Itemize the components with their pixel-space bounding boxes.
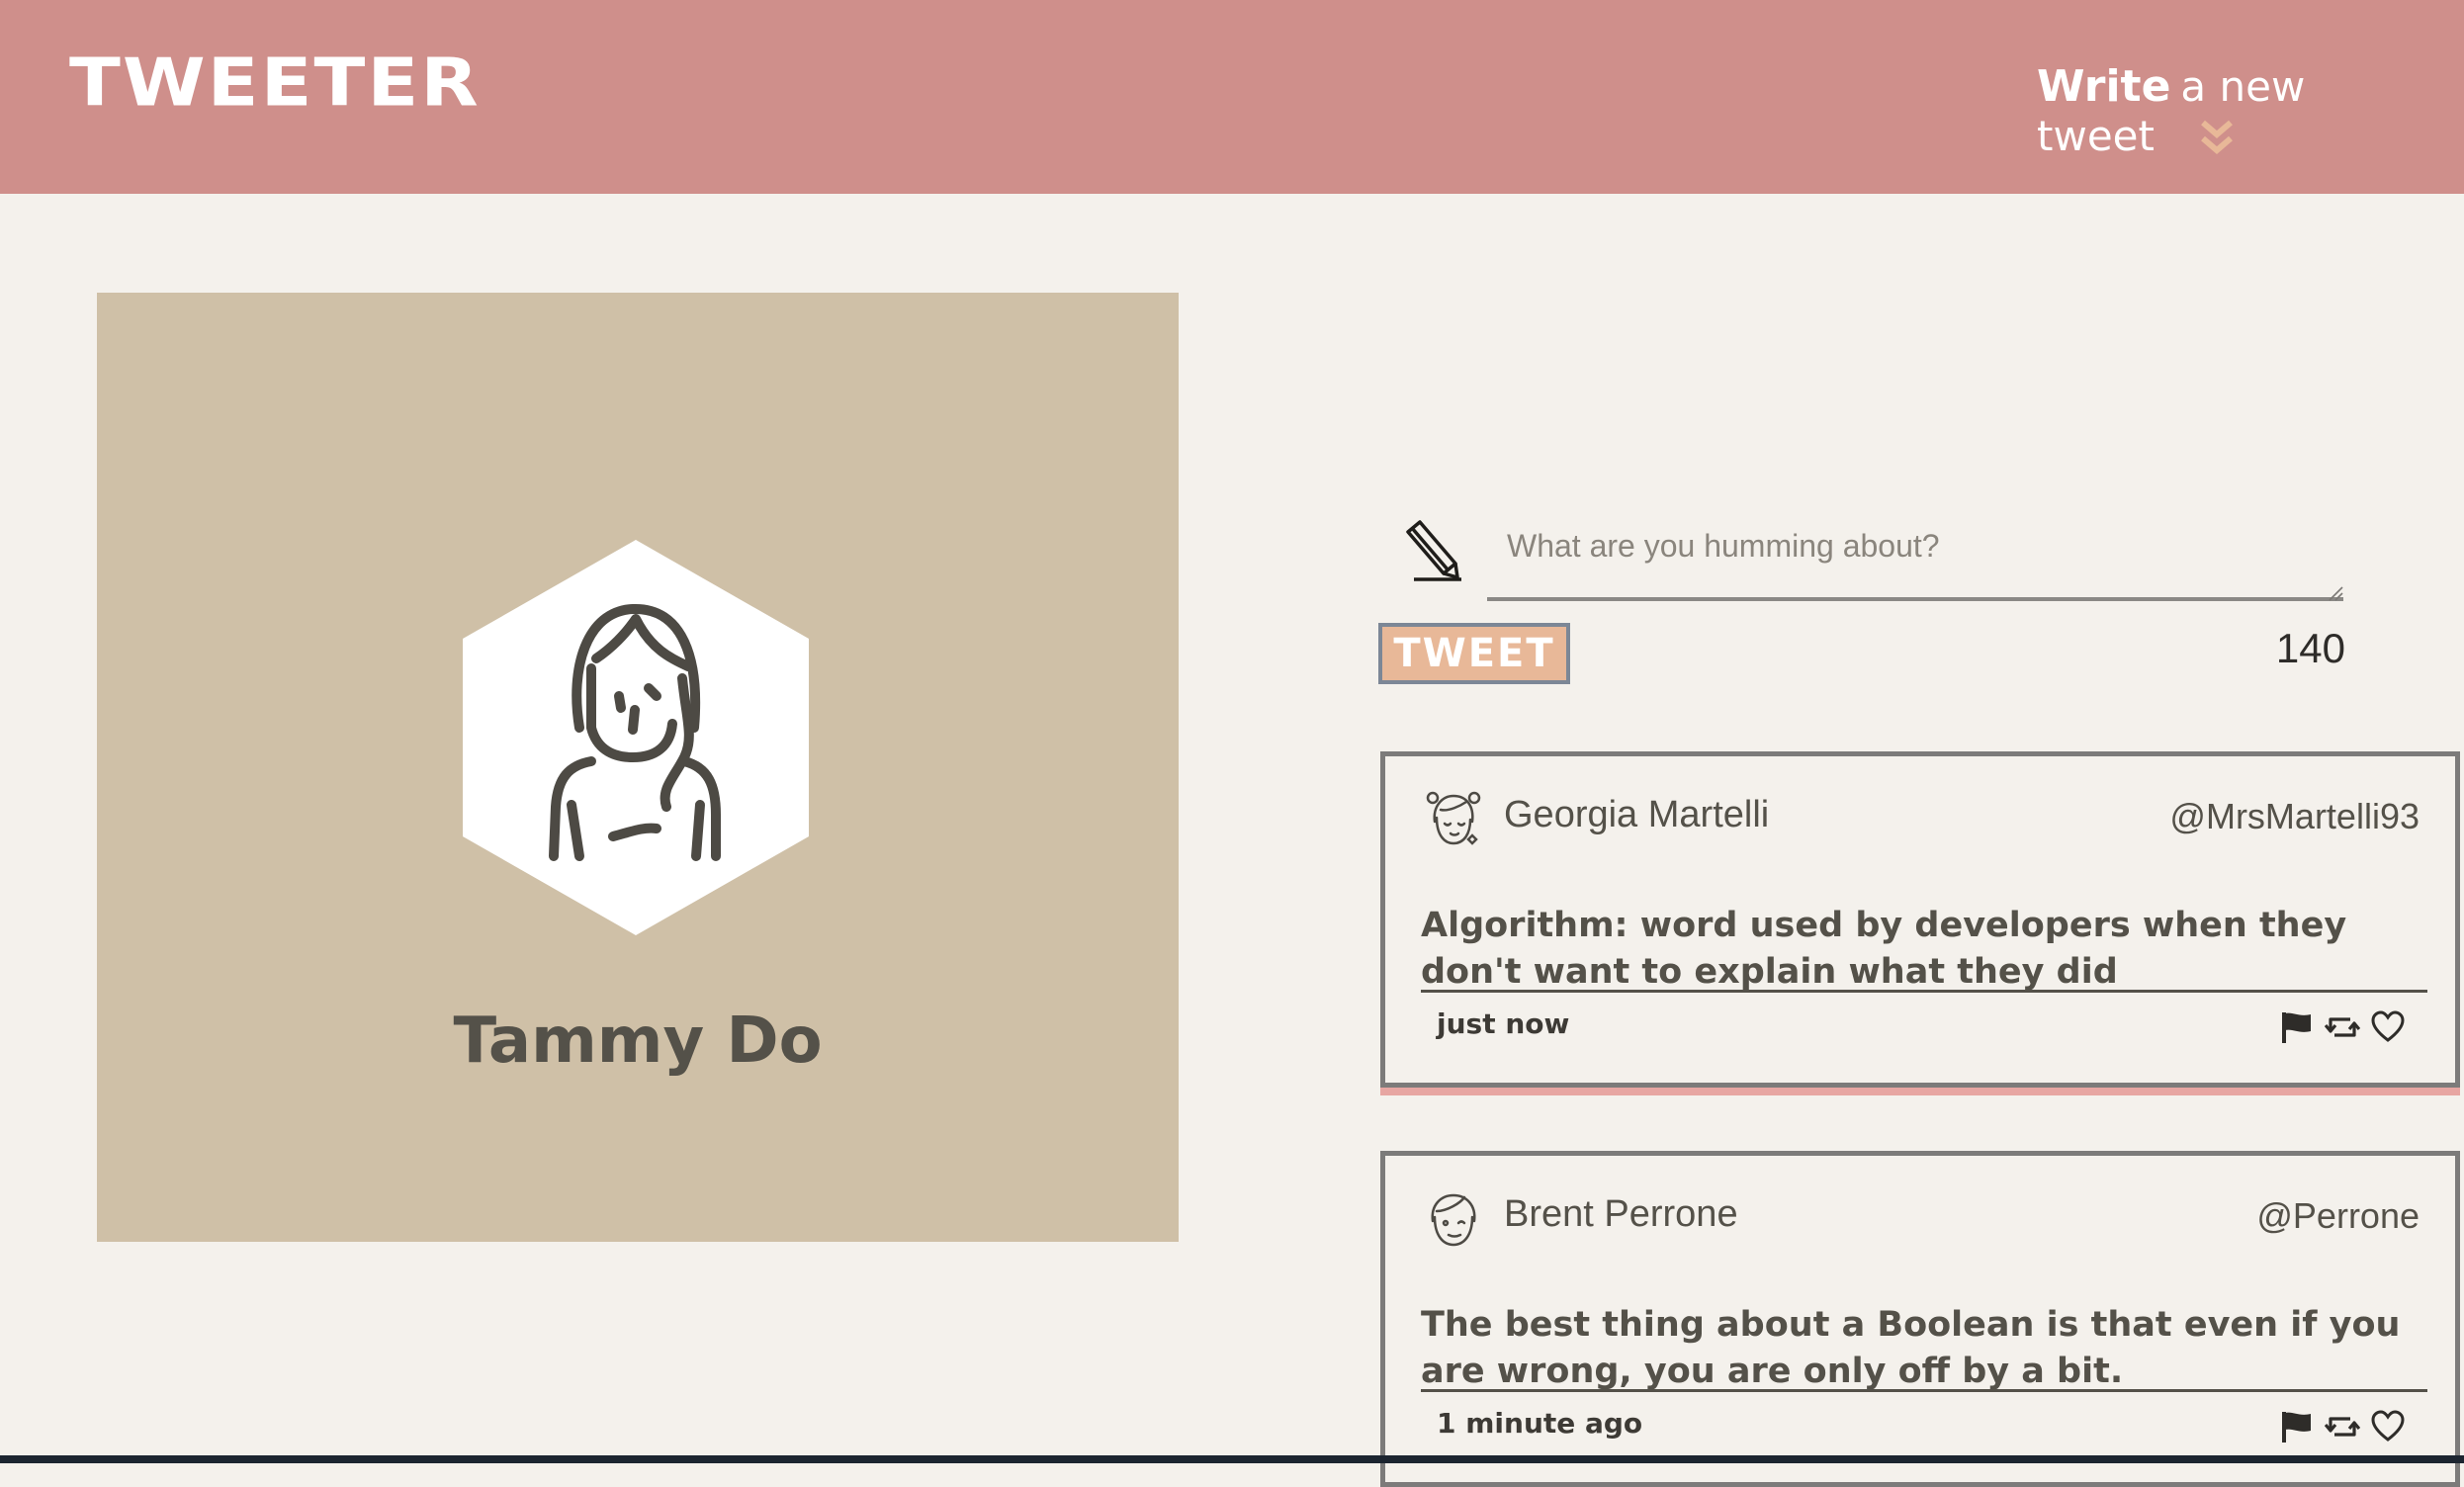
tweet-author-name: Brent Perrone bbox=[1504, 1193, 1738, 1235]
tweet-author-handle: @MrsMartelli93 bbox=[2169, 796, 2420, 836]
tweet-content: Algorithm: word used by developers when … bbox=[1421, 906, 2347, 992]
pencil-icon bbox=[1406, 520, 1461, 581]
character-counter: 140 bbox=[2275, 625, 2345, 671]
resize-grip-icon[interactable] bbox=[2328, 585, 2343, 601]
tweet-author-name: Georgia Martelli bbox=[1504, 794, 1770, 835]
retweet-icon[interactable] bbox=[2325, 1009, 2360, 1045]
profile-name: Tammy Do bbox=[453, 1005, 823, 1078]
tweet-divider bbox=[1421, 990, 2427, 993]
top-navbar: TWEETER Write a new tweet bbox=[0, 0, 2464, 194]
user-avatar-icon bbox=[1431, 1193, 1476, 1247]
write-label: Write bbox=[2037, 61, 2171, 112]
heart-icon[interactable] bbox=[2370, 1009, 2406, 1045]
tweet-actions bbox=[2279, 1009, 2408, 1045]
tweet-actions bbox=[2279, 1409, 2408, 1444]
tweet-content: The best thing about a Boolean is that e… bbox=[1421, 1305, 2401, 1391]
tweet-author-handle: @Perrone bbox=[2256, 1195, 2420, 1236]
flag-icon[interactable] bbox=[2279, 1009, 2315, 1045]
heart-icon[interactable] bbox=[2370, 1409, 2406, 1444]
tweet-submit-button[interactable]: TWEET bbox=[1378, 623, 1570, 684]
tweet-timestamp: just now bbox=[1437, 1007, 1570, 1040]
retweet-icon[interactable] bbox=[2325, 1409, 2360, 1444]
chevrons-down-icon[interactable] bbox=[2200, 119, 2234, 158]
user-avatar-icon bbox=[1426, 791, 1481, 845]
flag-icon[interactable] bbox=[2279, 1409, 2315, 1444]
profile-card: Tammy Do bbox=[97, 293, 1179, 1242]
tweet-card: Brent Perrone @Perrone The best thing ab… bbox=[1380, 1151, 2460, 1487]
new-tweet-form: TWEET 140 bbox=[1378, 514, 2351, 692]
write-new-tweet-toggle[interactable]: Write a new tweet bbox=[2037, 61, 2403, 170]
brand-logo[interactable]: TWEETER bbox=[69, 49, 481, 116]
user-avatar-icon bbox=[463, 540, 809, 935]
tweet-input[interactable] bbox=[1487, 528, 2343, 601]
tweet-divider bbox=[1421, 1389, 2427, 1392]
tweet-timestamp: 1 minute ago bbox=[1437, 1407, 1643, 1440]
tweet-card: Georgia Martelli @MrsMartelli93 Algorith… bbox=[1380, 751, 2460, 1088]
window-bottom-edge bbox=[0, 1455, 2464, 1463]
